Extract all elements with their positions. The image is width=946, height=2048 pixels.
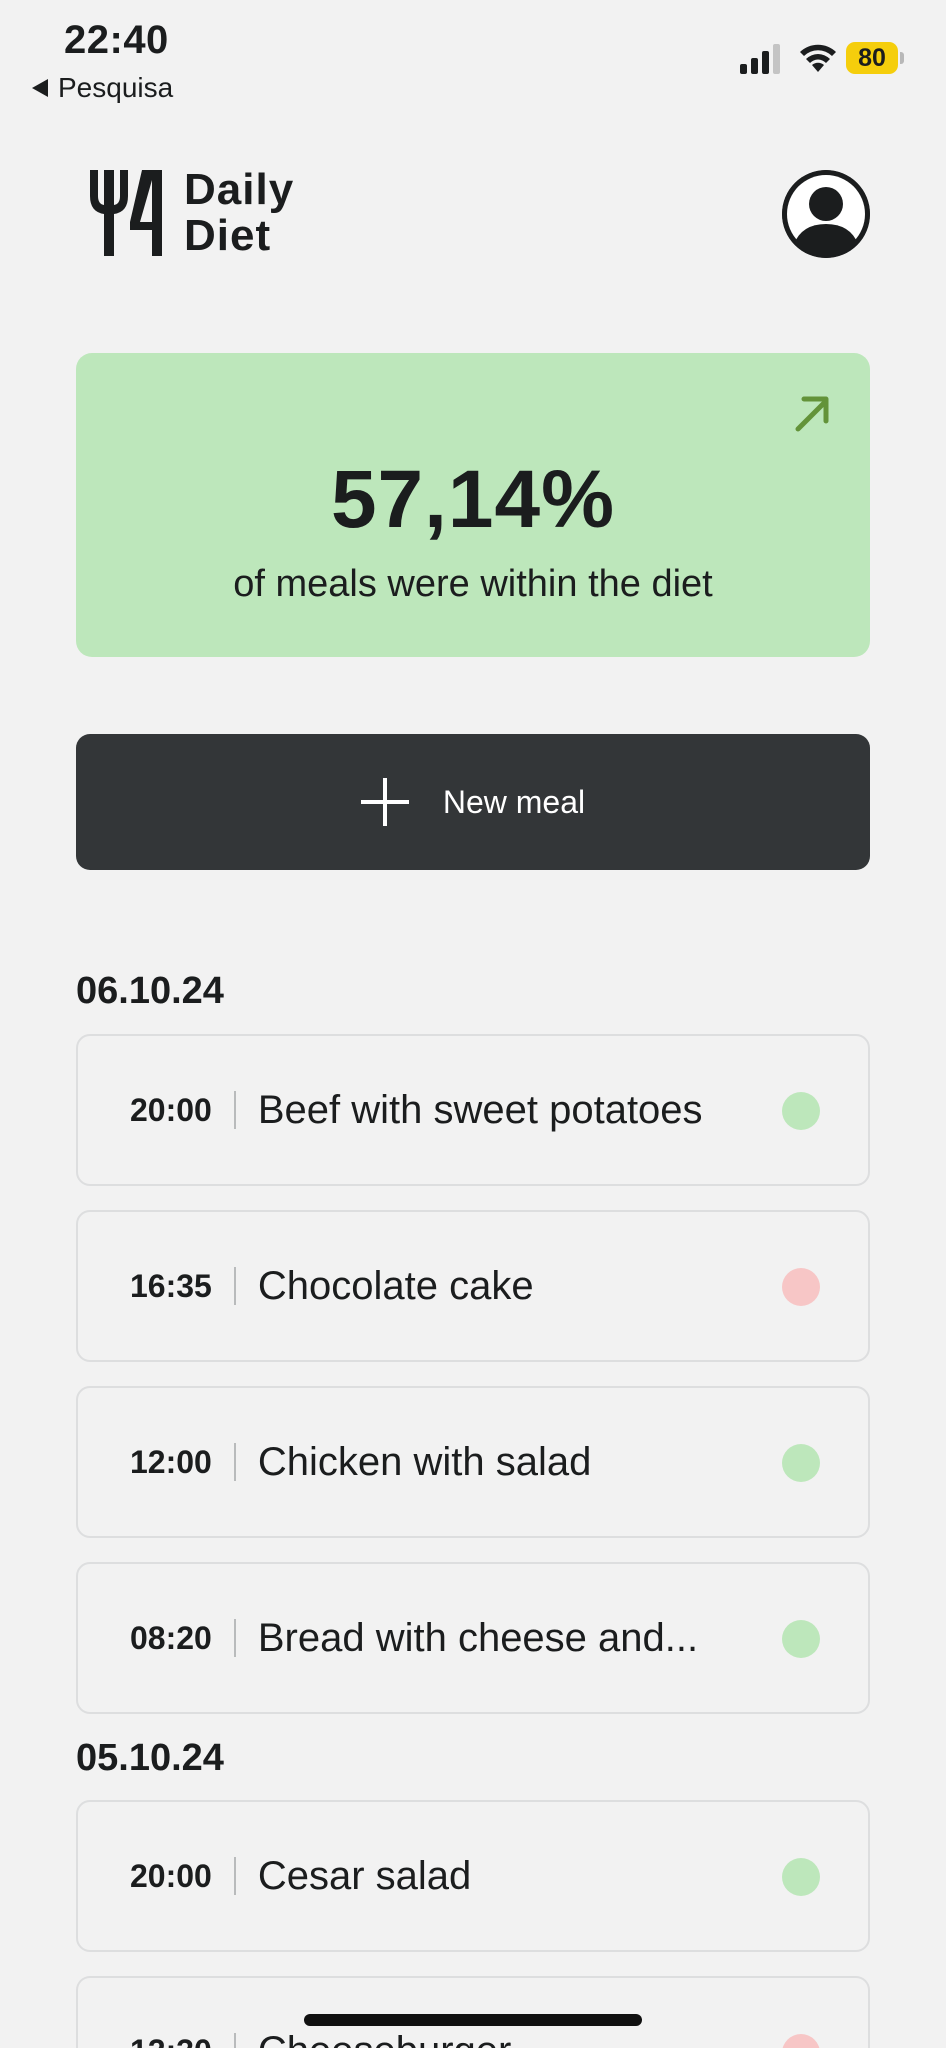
diet-stats-card[interactable]: 57,14% of meals were within the diet (76, 353, 870, 657)
meal-item[interactable]: 08:20 Bread with cheese and... (76, 1562, 870, 1714)
off-diet-status-dot (782, 1268, 820, 1306)
meal-item[interactable]: 16:35 Chocolate cake (76, 1210, 870, 1362)
in-diet-status-dot (782, 1620, 820, 1658)
in-diet-status-dot (782, 1444, 820, 1482)
user-icon (782, 170, 870, 258)
day-title: 06.10.24 (76, 970, 224, 1012)
diet-percentage: 57,14% (330, 454, 616, 545)
app-screen: 22:40 Pesquisa 80 Daily Diet 57,14% of m… (0, 0, 946, 2048)
meal-time: 20:00 (130, 1091, 212, 1128)
new-meal-button[interactable]: New meal (76, 734, 870, 870)
meal-name: Cheeseburger (258, 2029, 512, 2048)
logo-text: Daily Diet (184, 167, 294, 259)
meal-name: Cesar salad (257, 1853, 472, 1898)
status-time: 22:40 (64, 18, 169, 62)
meal-name: Bread with cheese and... (257, 1615, 699, 1660)
meal-time: 08:20 (130, 1619, 212, 1656)
fork-knife-icon (90, 170, 162, 256)
meal-name: Chocolate cake (257, 1263, 534, 1308)
meal-time: 12:30 (130, 2033, 212, 2048)
wifi-icon (800, 44, 836, 72)
in-diet-status-dot (782, 1858, 820, 1896)
plus-icon (360, 778, 409, 826)
new-meal-label: New meal (442, 783, 586, 820)
back-to-app-label: Pesquisa (58, 72, 174, 103)
profile-avatar-button[interactable] (782, 170, 870, 258)
meal-item[interactable]: 20:00 Beef with sweet potatoes (76, 1034, 870, 1186)
logo-line2: Diet (184, 211, 272, 260)
logo-line1: Daily (184, 165, 295, 214)
in-diet-status-dot (782, 1092, 820, 1130)
meal-item[interactable]: 12:30 Cheeseburger (76, 1976, 870, 2048)
back-to-app-link[interactable]: Pesquisa (32, 72, 173, 104)
meal-item[interactable]: 20:00 Cesar salad (76, 1800, 870, 1952)
battery-indicator: 80 (846, 42, 906, 74)
battery-cap (900, 52, 904, 64)
meal-name: Chicken with salad (257, 1439, 592, 1484)
meal-divider (233, 1267, 236, 1305)
diet-percentage-caption: of meals were within the diet (233, 563, 713, 605)
day-title: 05.10.24 (76, 1737, 224, 1779)
meal-divider (233, 1857, 236, 1895)
meal-item[interactable]: 12:00 Chicken with salad (76, 1386, 870, 1538)
meal-row-content: 12:30 Cheeseburger (130, 2029, 511, 2048)
off-diet-status-dot (782, 2034, 820, 2048)
back-triangle-icon (32, 79, 48, 97)
meal-time: 12:00 (130, 1443, 212, 1480)
home-indicator[interactable] (304, 2014, 642, 2026)
meal-divider (233, 1619, 236, 1657)
meal-name: Beef with sweet potatoes (257, 1087, 703, 1132)
arrow-up-right-icon[interactable] (792, 393, 832, 433)
status-bar: 22:40 Pesquisa 80 (0, 0, 946, 110)
meal-time: 16:35 (130, 1267, 212, 1304)
meal-divider (233, 1091, 236, 1129)
battery-level: 80 (846, 42, 898, 74)
app-logo: Daily Diet (86, 166, 294, 260)
meal-divider (233, 1443, 236, 1481)
meal-time: 20:00 (130, 1857, 212, 1894)
meal-divider (233, 2032, 236, 2048)
cellular-signal-icon (740, 44, 780, 74)
